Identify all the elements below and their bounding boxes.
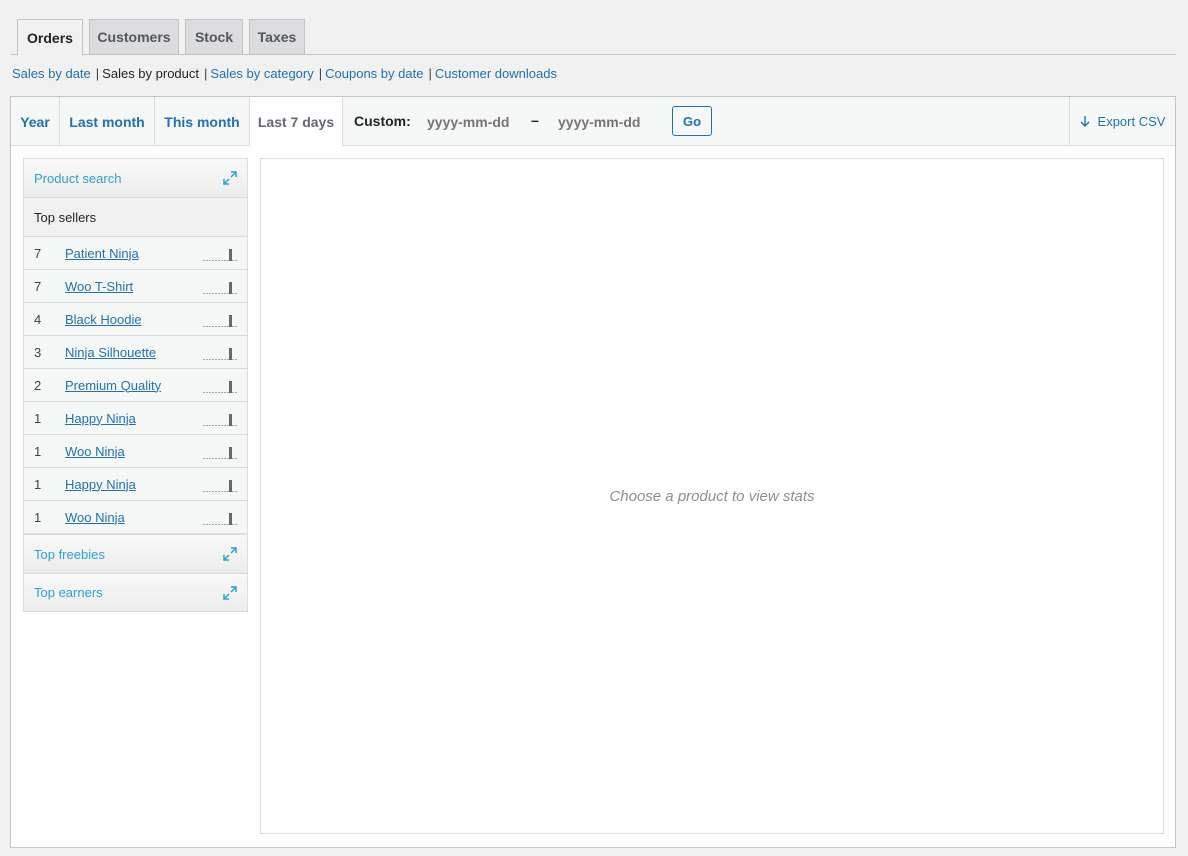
custom-range-label: Custom: [354,113,411,129]
seller-count: 1 [34,443,42,459]
sparkline-icon [203,381,237,393]
sparkline-icon [203,315,237,327]
widget-title: Top sellers [34,209,97,225]
tab-stock[interactable]: Stock [185,19,243,55]
seller-product-link[interactable]: Happy Ninja [65,411,136,426]
link-sales-by-category[interactable]: Sales by category [210,66,313,81]
seller-product-link[interactable]: Ninja Silhouette [65,345,156,360]
tab-taxes[interactable]: Taxes [249,19,305,55]
seller-row: 1 Woo Ninja [24,501,247,534]
chart-area: Choose a product to view stats [260,158,1164,834]
seller-count: 1 [34,476,42,492]
separator: | [95,66,100,81]
seller-row: 1 Happy Ninja [24,402,247,435]
seller-count: 1 [34,410,42,426]
date-separator: – [531,112,539,128]
seller-row: 7 Patient Ninja [24,237,247,270]
sparkline-icon [203,414,237,426]
sparkline-icon [203,480,237,492]
sparkline-icon [203,249,237,261]
sparkline-icon [203,348,237,360]
report-sidebar: Product search Top sellers 7 Patient Ninj… [23,158,248,612]
top-sellers-list: 7 Patient Ninja 7 Woo T-Shirt 4 Black Hoodie 3… [23,236,248,534]
end-date-input[interactable] [558,110,658,134]
download-arrow-icon [1080,116,1090,127]
seller-count: 2 [34,377,42,393]
widget-title: Product search [34,170,122,186]
seller-count: 3 [34,344,42,360]
link-customer-downloads[interactable]: Customer downloads [435,66,557,81]
seller-row: 4 Black Hoodie [24,303,247,336]
sparkline-icon [203,513,237,525]
seller-product-link[interactable]: Woo Ninja [65,510,125,525]
link-coupons-by-date[interactable]: Coupons by date [325,66,423,81]
widget-top-earners[interactable]: Top earners [23,573,248,612]
seller-product-link[interactable]: Premium Quality [65,378,161,393]
sparkline-icon [203,282,237,294]
report-subnav: Sales by date | Sales by product | Sales by … [12,66,557,81]
chart-placeholder-text: Choose a product to view stats [609,487,815,505]
range-this-month[interactable]: This month [155,97,250,146]
seller-product-link[interactable]: Woo T-Shirt [65,279,133,294]
seller-product-link[interactable]: Patient Ninja [65,246,139,261]
report-panel: Year Last month This month Last 7 days C… [10,96,1176,848]
widget-title: Top earners [34,585,103,600]
range-year[interactable]: Year [11,97,60,146]
widget-title: Top freebies [34,546,105,562]
range-last-7-days[interactable]: Last 7 days [250,97,343,147]
seller-row: 2 Premium Quality [24,369,247,402]
widget-top-freebies[interactable]: Top freebies [23,534,248,573]
seller-product-link[interactable]: Happy Ninja [65,477,136,492]
expand-icon[interactable] [223,171,237,185]
sparkline-icon [203,447,237,459]
widget-product-search[interactable]: Product search [23,158,248,197]
seller-row: 1 Happy Ninja [24,468,247,501]
seller-row: 3 Ninja Silhouette [24,336,247,369]
start-date-input[interactable] [427,110,527,134]
seller-count: 1 [34,509,42,525]
seller-product-link[interactable]: Black Hoodie [65,312,142,327]
seller-count: 7 [34,278,42,294]
seller-product-link[interactable]: Woo Ninja [65,444,125,459]
link-sales-by-product[interactable]: Sales by product [102,66,199,81]
expand-icon[interactable] [223,585,237,600]
export-csv-button[interactable]: Export CSV [1069,97,1175,146]
report-tabs: Orders Customers Stock Taxes [11,19,1176,56]
expand-icon[interactable] [223,547,237,561]
export-csv-label: Export CSV [1097,114,1166,129]
tab-customers[interactable]: Customers [89,19,179,55]
seller-row: 7 Woo T-Shirt [24,270,247,303]
range-last-month[interactable]: Last month [60,97,155,146]
seller-count: 4 [34,311,42,327]
seller-count: 7 [34,245,42,261]
seller-row: 1 Woo Ninja [24,435,247,468]
separator: | [318,66,323,81]
separator: | [204,66,208,81]
separator: | [428,66,432,81]
date-range-bar: Year Last month This month Last 7 days C… [11,97,1175,147]
link-sales-by-date[interactable]: Sales by date [12,66,91,81]
widget-top-sellers: Top sellers [23,197,248,236]
tab-orders[interactable]: Orders [17,19,83,56]
go-button[interactable]: Go [672,106,712,136]
